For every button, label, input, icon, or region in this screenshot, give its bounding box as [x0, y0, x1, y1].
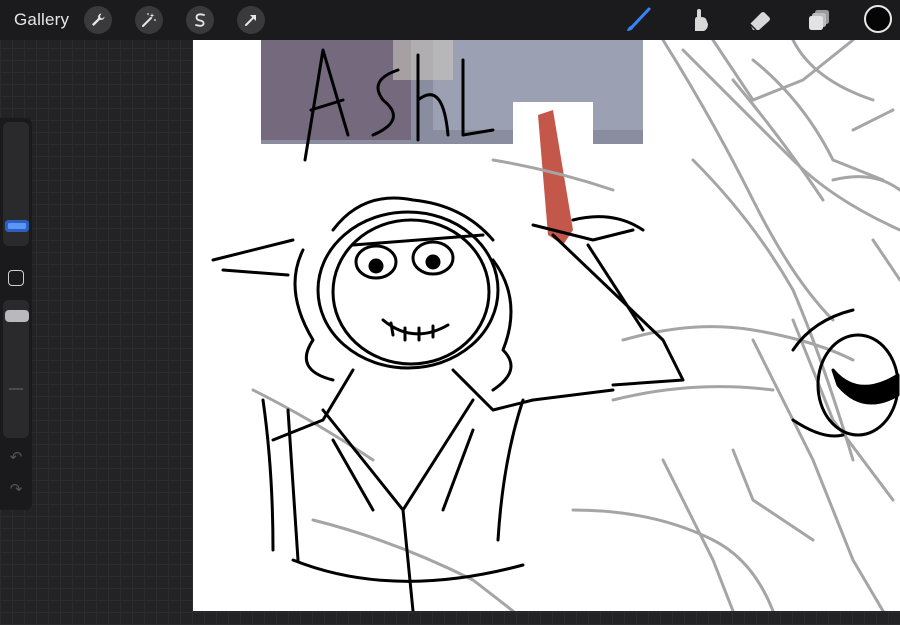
smudge-tool-button[interactable] — [684, 6, 714, 34]
adjustments-button[interactable] — [135, 6, 163, 34]
opacity-handle[interactable] — [5, 310, 29, 322]
layers-button[interactable] — [804, 6, 834, 34]
eraser-tool-button[interactable] — [744, 6, 774, 34]
transform-button[interactable] — [237, 6, 265, 34]
opacity-slider[interactable] — [3, 300, 29, 438]
brush-size-handle[interactable] — [5, 220, 29, 232]
brush-size-slider[interactable] — [3, 122, 29, 246]
smudge-finger-icon — [695, 9, 708, 31]
layers-icon — [809, 10, 829, 30]
gallery-button[interactable]: Gallery — [14, 10, 69, 30]
selection-s-icon — [195, 13, 205, 27]
transform-arrow-icon — [245, 15, 256, 26]
modify-button[interactable] — [8, 270, 24, 286]
selection-button[interactable] — [186, 6, 214, 34]
brush-tool-button[interactable] — [623, 6, 653, 34]
sketch-artwork — [211, 40, 900, 611]
brush-icon — [627, 7, 651, 31]
drawing-canvas[interactable] — [193, 40, 900, 611]
brush-sidebar: ↶ ↷ — [0, 118, 32, 510]
undo-icon[interactable]: ↶ — [7, 450, 25, 466]
redo-icon[interactable]: ↷ — [7, 482, 25, 498]
eraser-icon — [749, 12, 770, 31]
wrench-icon — [92, 13, 105, 26]
magic-wand-icon — [142, 13, 156, 27]
opacity-tick — [9, 388, 23, 390]
top-toolbar: Gallery — [0, 0, 900, 40]
actions-button[interactable] — [84, 6, 112, 34]
color-picker-button[interactable] — [864, 5, 892, 33]
